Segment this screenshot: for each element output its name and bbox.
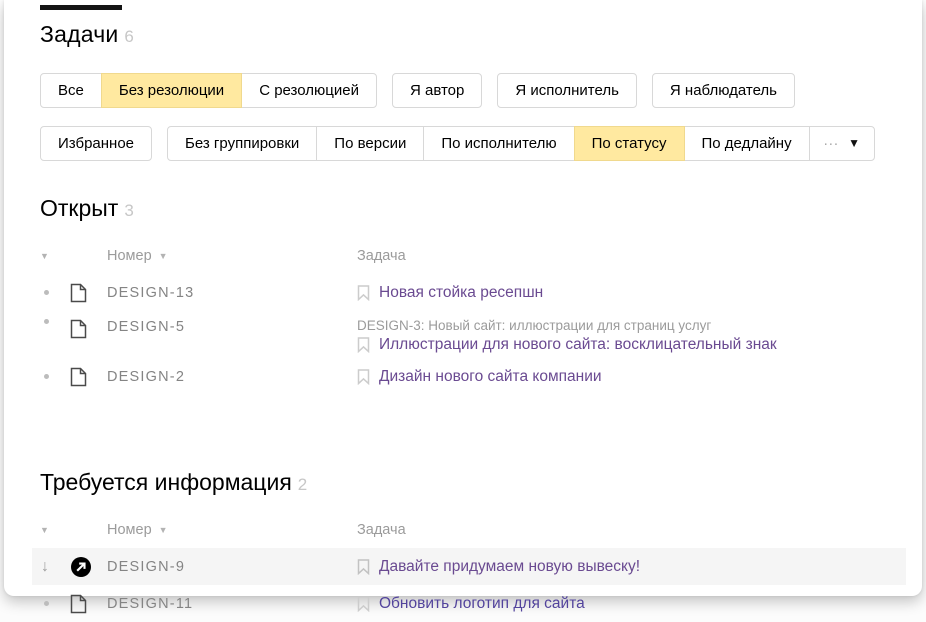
resolution-filter-row: Все Без резолюции С резолюцией Я автор Я…: [40, 73, 892, 108]
task-key-link[interactable]: DESIGN-2: [107, 369, 357, 385]
task-type-icon: [70, 319, 107, 339]
table-body-open: DESIGN-13 Новая стойка ресепшн DESIGN-5 …: [40, 274, 892, 395]
task-title-link[interactable]: Давайте придумаем новую вывеску!: [379, 557, 640, 576]
task-row-design-11[interactable]: DESIGN-11 Обновить логотип для сайта: [40, 585, 892, 622]
task-type-icon: [70, 283, 107, 303]
page-title-text: Задачи: [40, 21, 118, 47]
page-title: Задачи 6: [40, 21, 892, 48]
parent-task-reference: DESIGN-3: Новый сайт: иллюстрации для ст…: [357, 317, 892, 334]
filter-all-button[interactable]: Все: [40, 73, 102, 108]
filter-no-resolution-button[interactable]: Без резолюции: [101, 73, 242, 108]
section-open-title: Открыт 3: [40, 195, 892, 222]
task-title-link[interactable]: Обновить логотип для сайта: [379, 594, 585, 613]
table-header: ▼ Номер ▼ Задача: [40, 520, 892, 540]
column-header-number-label: Номер: [107, 248, 152, 264]
chevron-down-icon: ▼: [848, 127, 860, 160]
table-header: ▼ Номер ▼ Задача: [40, 246, 892, 266]
group-by-assignee-button[interactable]: По исполнителю: [423, 126, 574, 161]
group-by-deadline-button[interactable]: По дедлайну: [684, 126, 810, 161]
sort-caret-icon[interactable]: ▼: [159, 251, 168, 261]
task-key-link[interactable]: DESIGN-11: [107, 596, 357, 612]
section-info-required-count: 2: [298, 475, 307, 494]
column-header-number[interactable]: Номер ▼: [107, 248, 357, 264]
section-info-required-title-text: Требуется информация: [40, 469, 292, 495]
column-header-task: Задача: [357, 522, 892, 538]
grouping-filter-row: Избранное Без группировки По версии По и…: [40, 126, 892, 161]
bookmark-icon[interactable]: [357, 559, 370, 575]
task-row-design-5[interactable]: DESIGN-5 DESIGN-3: Новый сайт: иллюстрац…: [40, 311, 892, 358]
task-type-icon: [70, 594, 107, 614]
task-type-improvement-icon: [70, 556, 107, 578]
section-open-title-text: Открыт: [40, 195, 118, 221]
group-none-button[interactable]: Без группировки: [167, 126, 317, 161]
task-title-link[interactable]: Дизайн нового сайта компании: [379, 367, 602, 386]
task-type-icon: [70, 367, 107, 387]
collapse-section-icon[interactable]: ▼: [40, 251, 49, 261]
resolution-filter-group: Все Без резолюции С резолюцией: [40, 73, 377, 108]
task-key-link[interactable]: DESIGN-5: [107, 319, 357, 335]
section-open-count: 3: [124, 201, 133, 220]
priority-dot-icon: [44, 374, 49, 379]
group-by-version-button[interactable]: По версии: [316, 126, 424, 161]
table-body-info-required: ↓ DESIGN-9 Давайте придумаем новую вывес…: [40, 548, 892, 622]
column-header-number[interactable]: Номер ▼: [107, 522, 357, 538]
ellipsis-icon: ...: [824, 124, 840, 157]
more-groupings-button[interactable]: ... ▼: [809, 126, 875, 161]
sort-caret-icon[interactable]: ▼: [159, 525, 168, 535]
filter-i-am-follower-button[interactable]: Я наблюдатель: [652, 73, 795, 108]
column-header-task: Задача: [357, 248, 892, 264]
priority-dot-icon: [44, 319, 49, 324]
filter-i-am-assignee-button[interactable]: Я исполнитель: [497, 73, 637, 108]
bookmark-icon[interactable]: [357, 369, 370, 385]
filter-with-resolution-button[interactable]: С резолюцией: [241, 73, 377, 108]
task-title-link[interactable]: Иллюстрации для нового сайта: восклицате…: [379, 335, 777, 354]
group-by-status-button[interactable]: По статусу: [574, 126, 685, 161]
priority-dot-icon: [44, 601, 49, 606]
priority-dot-icon: [44, 290, 49, 295]
task-title-link[interactable]: Новая стойка ресепшн: [379, 283, 543, 302]
active-tab-indicator: [40, 5, 122, 10]
section-info-required-title: Требуется информация 2: [40, 469, 892, 496]
section-info-required: Требуется информация 2 ▼ Номер ▼ Задача ↓ …: [40, 469, 892, 622]
tasks-panel: Задачи 6 Все Без резолюции С резолюцией Я…: [4, 0, 922, 596]
task-key-link[interactable]: DESIGN-9: [107, 559, 357, 575]
grouping-filter-group: Без группировки По версии По исполнителю…: [167, 126, 875, 161]
bookmark-icon[interactable]: [357, 337, 370, 353]
task-row-design-9[interactable]: ↓ DESIGN-9 Давайте придумаем новую вывес…: [32, 548, 906, 585]
bookmark-icon[interactable]: [357, 285, 370, 301]
collapse-section-icon[interactable]: ▼: [40, 525, 49, 535]
task-row-design-2[interactable]: DESIGN-2 Дизайн нового сайта компании: [40, 358, 892, 395]
priority-down-arrow-icon: ↓: [41, 559, 49, 575]
bookmark-icon[interactable]: [357, 596, 370, 612]
task-key-link[interactable]: DESIGN-13: [107, 285, 357, 301]
section-open: Открыт 3 ▼ Номер ▼ Задача DESIGN-13 Новая …: [40, 195, 892, 395]
filter-i-am-author-button[interactable]: Я автор: [392, 73, 482, 108]
favorites-button[interactable]: Избранное: [40, 126, 152, 161]
task-row-design-13[interactable]: DESIGN-13 Новая стойка ресепшн: [40, 274, 892, 311]
page-title-count: 6: [124, 27, 134, 46]
column-header-number-label: Номер: [107, 522, 152, 538]
